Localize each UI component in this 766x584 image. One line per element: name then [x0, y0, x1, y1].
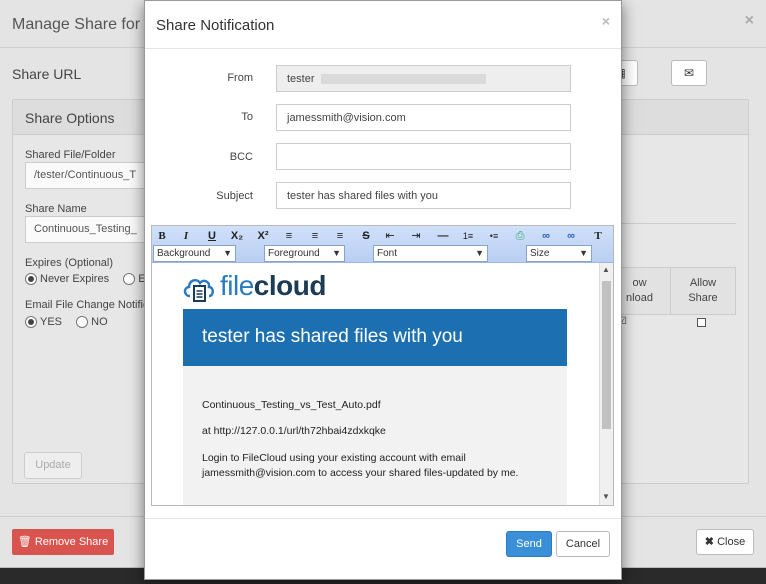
remove-share-button[interactable]: 🗑 Remove Share — [12, 529, 114, 555]
expires-options: Never Expires Ex — [25, 273, 151, 286]
update-button[interactable]: Update — [24, 452, 82, 479]
subscript-button[interactable]: X₂ — [227, 229, 247, 244]
background-select-label: Background — [157, 248, 211, 259]
remove-format-icon[interactable]: T — [588, 229, 608, 244]
shared-filename: Continuous_Testing_vs_Test_Auto.pdf — [202, 399, 381, 411]
unordered-list-icon[interactable]: •≡ — [484, 229, 504, 244]
chevron-down-icon: ▼ — [223, 248, 232, 258]
subject-label: Subject — [216, 190, 253, 202]
chevron-down-icon: ▼ — [475, 248, 484, 258]
align-center-icon[interactable]: ≡ — [305, 229, 325, 244]
manage-share-close-button[interactable]: ✖ Close — [696, 529, 754, 555]
share-notification-dialog: Share Notification × From tester To jame… — [144, 0, 622, 580]
redacted-email — [320, 74, 486, 85]
cancel-button[interactable]: Cancel — [556, 531, 610, 557]
email-yes-radio[interactable] — [25, 316, 37, 329]
chevron-down-icon: ▼ — [579, 248, 588, 258]
cloud-file-icon — [183, 278, 214, 302]
background-color-select[interactable]: Background ▼ — [153, 245, 236, 262]
foreground-color-select[interactable]: Foreground ▼ — [264, 245, 345, 262]
share-checkbox[interactable] — [697, 318, 706, 327]
scroll-down-icon[interactable]: ▼ — [602, 492, 610, 501]
superscript-button[interactable]: X² — [253, 229, 273, 244]
dialog-close-icon[interactable]: × — [602, 13, 610, 29]
align-right-icon[interactable]: ≡ — [330, 229, 350, 244]
shared-file-label: Shared File/Folder — [25, 149, 116, 161]
close-x-icon: ✖ — [704, 536, 715, 548]
ordered-list-icon[interactable]: 1≡ — [458, 229, 478, 244]
link-icon[interactable]: ∞ — [536, 229, 556, 244]
never-expires-label: Never Expires — [40, 273, 110, 285]
image-icon[interactable]: ⎙ — [510, 229, 530, 244]
email-no-radio[interactable] — [76, 316, 89, 329]
email-yes-label: YES — [40, 316, 63, 328]
underline-button[interactable]: U — [202, 229, 222, 244]
horizontal-rule-icon[interactable]: — — [433, 229, 453, 244]
logo-wordmark: filecloud — [220, 270, 326, 301]
dialog-title: Share Notification — [156, 17, 275, 34]
share-name-label: Share Name — [25, 203, 87, 215]
strikethrough-button[interactable]: S — [356, 229, 376, 244]
font-select-label: Font — [377, 248, 398, 259]
share-url-label: Share URL — [12, 66, 82, 82]
email-body: Continuous_Testing_vs_Test_Auto.pdf at h… — [183, 366, 567, 505]
size-select[interactable]: Size ▼ — [526, 245, 592, 262]
foreground-select-label: Foreground — [268, 248, 320, 259]
from-label: From — [227, 72, 253, 84]
bold-button[interactable]: B — [152, 229, 172, 244]
indent-icon[interactable]: ⇥ — [406, 229, 426, 244]
permissions-table: ow nload Allow Share ☑ — [608, 267, 736, 331]
message-editor: B I U X₂ X² ≡ ≡ ≡ S ⇤ ⇥ — 1≡ •≡ ⎙ ∞ ∞ T … — [151, 225, 614, 506]
expires-date-radio[interactable] — [123, 273, 136, 286]
share-name-field[interactable]: Continuous_Testing_ — [25, 216, 145, 243]
dialog-header: Share Notification × — [145, 1, 621, 49]
expires-label: Expires (Optional) — [25, 257, 114, 269]
email-no-label: NO — [91, 316, 108, 328]
manage-share-title: Manage Share for fi — [12, 16, 153, 33]
scrollbar-thumb[interactable] — [602, 281, 611, 429]
trash-icon: 🗑 — [17, 536, 32, 548]
chevron-down-icon: ▼ — [332, 248, 341, 258]
login-instruction-line1: Login to FileCloud using your existing a… — [202, 452, 466, 464]
editor-scrollbar[interactable]: ▲ ▼ — [599, 263, 613, 505]
subject-input[interactable]: tester has shared files with you — [276, 182, 571, 209]
shared-file-field[interactable]: /tester/Continuous_T — [25, 162, 145, 189]
email-banner: tester has shared files with you — [183, 309, 567, 366]
never-expires-radio[interactable] — [25, 273, 37, 286]
editor-toolbar: B I U X₂ X² ≡ ≡ ≡ S ⇤ ⇥ — 1≡ •≡ ⎙ ∞ ∞ T … — [152, 226, 613, 263]
font-select[interactable]: Font ▼ — [373, 245, 488, 262]
dialog-footer-divider — [145, 518, 621, 519]
close-button-label: Close — [717, 536, 746, 548]
send-button[interactable]: Send — [506, 531, 552, 557]
share-options-title: Share Options — [25, 110, 115, 126]
login-instruction-line2: jamessmith@vision.com to access your sha… — [202, 467, 519, 479]
unlink-icon[interactable]: ∞ — [561, 229, 581, 244]
size-select-label: Size — [530, 248, 550, 259]
manage-share-close-icon[interactable]: × — [745, 12, 754, 30]
from-value: tester — [287, 73, 315, 85]
email-change-label: Email File Change Notific — [25, 299, 149, 311]
scroll-up-icon[interactable]: ▲ — [602, 265, 610, 274]
email-change-options: YES NO — [25, 316, 108, 329]
envelope-icon: ✉ — [683, 66, 695, 80]
remove-share-label: Remove Share — [34, 536, 109, 548]
permissions-divider — [608, 223, 736, 224]
to-input[interactable]: jamessmith@vision.com — [276, 104, 571, 131]
allow-share-header: Allow Share — [670, 267, 736, 315]
share-link-line: at http://127.0.0.1/url/th72hbai4zdxkqke — [202, 425, 386, 437]
to-label: To — [241, 111, 253, 123]
from-field: tester — [276, 65, 571, 92]
bcc-label: BCC — [229, 151, 253, 163]
italic-button[interactable]: I — [176, 229, 196, 244]
email-share-button[interactable]: ✉ — [671, 60, 707, 86]
align-left-icon[interactable]: ≡ — [279, 229, 299, 244]
editor-content[interactable]: filecloud tester has shared files with y… — [152, 263, 599, 505]
bcc-input[interactable] — [276, 143, 571, 170]
outdent-icon[interactable]: ⇤ — [380, 229, 400, 244]
